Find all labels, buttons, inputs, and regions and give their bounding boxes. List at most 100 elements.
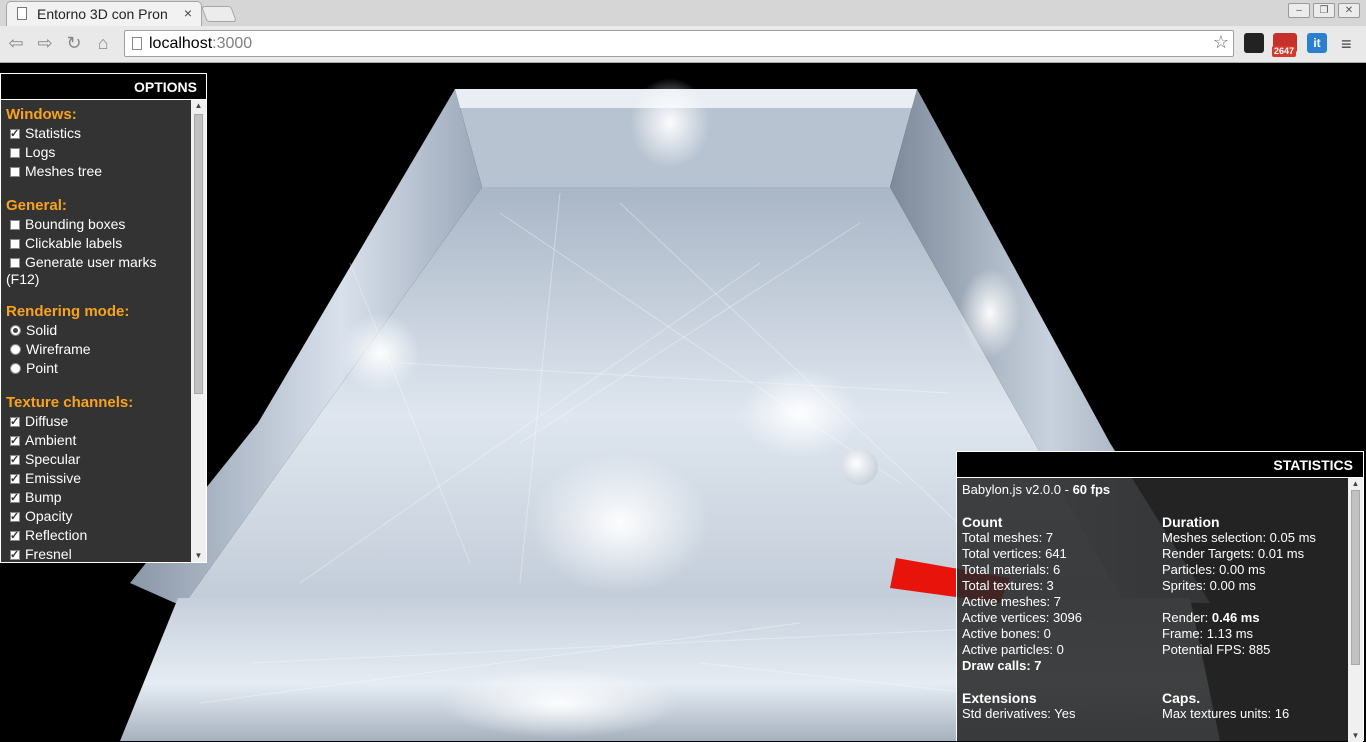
checkbox[interactable]: [10, 451, 20, 470]
statistics-scrollbar[interactable]: ▲ ▼: [1348, 478, 1363, 742]
statistics-body: Babylon.js v2.0.0 - 60 fps Count Total m…: [962, 482, 1347, 728]
caps-title: Caps.: [1162, 690, 1201, 706]
options-panel: OPTIONS Windows: Statistics Logs Meshes …: [0, 73, 207, 563]
stat-active-vertices: Active vertices: 3096: [962, 610, 1082, 625]
option-statistics[interactable]: Statistics: [1, 124, 191, 144]
tab-title: Entorno 3D con Pron: [37, 6, 168, 22]
new-tab-button[interactable]: [201, 6, 237, 22]
light-reflection: [630, 78, 710, 168]
light-reflection: [960, 268, 1020, 358]
option-bounding-boxes[interactable]: Bounding boxes: [1, 215, 191, 234]
option-wrap-text: (F12): [6, 271, 40, 287]
option-specular[interactable]: Specular: [1, 450, 191, 470]
option-opacity[interactable]: Opacity: [1, 507, 191, 527]
section-title-rendering: Rendering mode:: [6, 303, 130, 320]
reload-icon[interactable]: ↻: [63, 32, 85, 54]
page-icon: [17, 7, 27, 20]
light-reflection: [740, 368, 860, 458]
option-solid[interactable]: Solid: [1, 321, 191, 340]
stat-total-textures: Total textures: 3: [962, 578, 1054, 593]
option-wireframe[interactable]: Wireframe: [1, 340, 191, 359]
checkbox[interactable]: [10, 508, 20, 527]
statistics-header: STATISTICS: [957, 452, 1363, 478]
checkbox[interactable]: [10, 220, 20, 230]
scroll-down-icon[interactable]: ▼: [191, 550, 206, 562]
stat-render-targets: Render Targets: 0.01 ms: [1162, 546, 1305, 561]
stat-std-derivatives: Std derivatives: Yes: [962, 706, 1076, 721]
light-reflection: [340, 313, 420, 393]
section-title-general: General:: [6, 197, 67, 214]
option-logs[interactable]: Logs: [1, 143, 191, 162]
browser-chrome: Entorno 3D con Pron × – ❐ ✕ ⇦ ⇨ ↻ ⌂ loca…: [0, 0, 1366, 63]
minimize-button[interactable]: –: [1288, 3, 1310, 18]
radio-button[interactable]: [10, 363, 21, 374]
mail-count-badge: 2647: [1272, 46, 1297, 57]
checkbox[interactable]: [10, 148, 20, 158]
duration-title: Duration: [1162, 514, 1220, 530]
stat-sprites: Sprites: 0.00 ms: [1162, 578, 1256, 593]
browser-tab[interactable]: Entorno 3D con Pron ×: [6, 1, 202, 26]
checkbox[interactable]: [10, 470, 20, 489]
stat-render: Render: 0.46 ms: [1162, 610, 1260, 625]
statistics-panel: STATISTICS Babylon.js v2.0.0 - 60 fps Co…: [956, 451, 1364, 742]
option-point[interactable]: Point: [1, 359, 191, 378]
stat-active-meshes: Active meshes: 7: [962, 594, 1061, 609]
option-diffuse[interactable]: Diffuse: [1, 412, 191, 432]
close-tab-icon[interactable]: ×: [184, 5, 192, 21]
light-reflection: [440, 668, 680, 738]
it-extension-icon[interactable]: it: [1307, 33, 1327, 53]
section-title-windows: Windows:: [6, 106, 77, 123]
scroll-up-icon[interactable]: ▲: [191, 100, 206, 112]
browser-menu-icon[interactable]: ≡: [1341, 34, 1352, 55]
stat-max-textures-units: Max textures units: 16: [1162, 706, 1290, 721]
checkbox[interactable]: [10, 258, 20, 268]
stat-meshes-selection: Meshes selection: 0.05 ms: [1162, 530, 1316, 545]
close-window-button[interactable]: ✕: [1338, 3, 1360, 18]
stat-draw-calls: Draw calls: 7: [962, 658, 1042, 673]
restore-button[interactable]: ❐: [1313, 3, 1335, 18]
tab-strip: Entorno 3D con Pron × – ❐ ✕: [0, 0, 1366, 26]
scroll-thumb[interactable]: [1351, 490, 1360, 665]
browser-toolbar: ⇦ ⇨ ↻ ⌂ localhost:3000 ☆ it ≡: [0, 26, 1366, 62]
bookmark-star-icon[interactable]: ☆: [1213, 32, 1229, 53]
option-ambient[interactable]: Ambient: [1, 431, 191, 451]
stat-total-vertices: Total vertices: 641: [962, 546, 1067, 561]
radio-button[interactable]: [10, 325, 21, 336]
checkbox[interactable]: [10, 125, 20, 144]
stat-particles: Particles: 0.00 ms: [1162, 562, 1266, 577]
radio-button[interactable]: [10, 344, 21, 355]
address-bar[interactable]: localhost:3000 ☆: [124, 30, 1234, 57]
option-generate-user-marks[interactable]: Generate user marks: [1, 253, 191, 272]
checkbox[interactable]: [10, 239, 20, 249]
scroll-down-icon[interactable]: ▼: [1348, 730, 1363, 742]
stat-total-meshes: Total meshes: 7: [962, 530, 1054, 545]
ball: [842, 449, 878, 485]
scroll-thumb[interactable]: [194, 114, 203, 394]
option-bump[interactable]: Bump: [1, 488, 191, 508]
checkbox[interactable]: [10, 167, 20, 177]
option-emissive[interactable]: Emissive: [1, 469, 191, 489]
option-reflection[interactable]: Reflection: [1, 526, 191, 546]
extensions-title: Extensions: [962, 690, 1037, 706]
page-icon: [132, 37, 142, 50]
checkbox[interactable]: [10, 432, 20, 451]
url-text: localhost:3000: [149, 35, 253, 52]
option-meshes-tree[interactable]: Meshes tree: [1, 162, 191, 181]
checkbox[interactable]: [10, 546, 20, 562]
back-arrow-icon[interactable]: ⇦: [5, 32, 27, 54]
options-scrollbar[interactable]: ▲ ▼: [191, 100, 206, 562]
checkbox[interactable]: [10, 413, 20, 432]
home-icon[interactable]: ⌂: [92, 32, 114, 54]
checkbox[interactable]: [10, 489, 20, 508]
stat-active-particles: Active particles: 0: [962, 642, 1064, 657]
option-clickable-labels[interactable]: Clickable labels: [1, 234, 191, 253]
scroll-up-icon[interactable]: ▲: [1348, 478, 1363, 490]
section-title-texture: Texture channels:: [6, 394, 134, 411]
option-fresnel[interactable]: Fresnel: [1, 545, 191, 562]
options-header: OPTIONS: [1, 74, 206, 100]
forward-arrow-icon[interactable]: ⇨: [34, 32, 56, 54]
stat-frame: Frame: 1.13 ms: [1162, 626, 1254, 641]
owl-extension-icon[interactable]: [1244, 33, 1264, 53]
checkbox[interactable]: [10, 527, 20, 546]
version-line: Babylon.js v2.0.0 - 60 fps: [962, 482, 1111, 497]
